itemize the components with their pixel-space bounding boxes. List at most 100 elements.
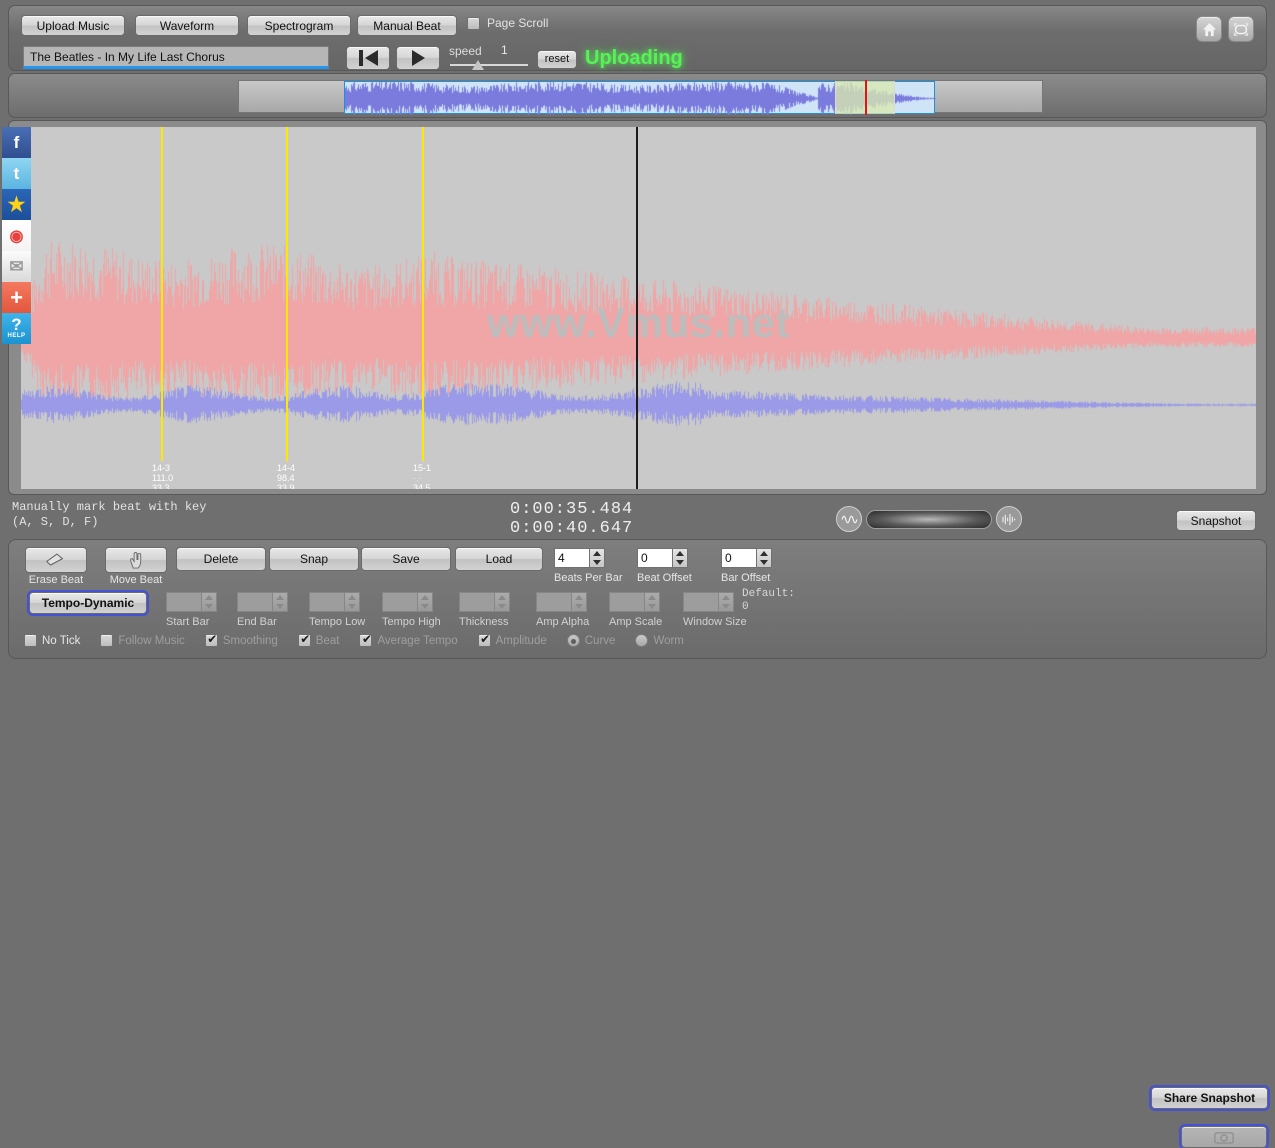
spinner-up-icon[interactable]	[676, 551, 684, 556]
beat-label-bar-beat: 14-3	[152, 463, 171, 473]
spectrogram-button[interactable]: Spectrogram	[247, 15, 351, 36]
spinner-arrows[interactable]	[590, 548, 605, 568]
spinner-beats-per-bar[interactable]	[554, 548, 605, 568]
page-scroll-checkbox-group[interactable]: Page Scroll	[467, 16, 548, 30]
rewind-bar-icon	[358, 50, 363, 66]
spinner-down-icon[interactable]	[760, 560, 768, 565]
waveform-display[interactable]: www.Vmus.net 14-3 111.0 33.3 14-4 98.4 33.9 15…	[21, 127, 1256, 489]
checkbox-box[interactable]	[24, 634, 37, 647]
waveform-canvas	[21, 127, 1256, 489]
total-time: 0:00:40.647	[510, 519, 634, 538]
share-snapshot-button[interactable]: Share Snapshot	[1149, 1085, 1270, 1111]
checkbox-average-tempo[interactable]: Average Tempo	[359, 632, 458, 647]
beat-marker-line[interactable]	[422, 127, 424, 461]
speed-slider-thumb[interactable]	[472, 60, 484, 70]
qzone-star-icon[interactable]: ★	[2, 189, 31, 220]
waveform-panel: www.Vmus.net 14-3 111.0 33.3 14-4 98.4 33.9 15…	[8, 120, 1267, 495]
save-button[interactable]: Save	[361, 547, 451, 571]
spinner-arrows	[345, 592, 360, 612]
checkbox-box[interactable]	[297, 632, 312, 647]
beat-marker-line[interactable]	[161, 127, 163, 461]
radio-curve[interactable]: Curve	[566, 634, 616, 647]
play-button[interactable]	[396, 46, 440, 70]
spinner-down-icon	[348, 604, 356, 609]
social-share-sidebar: f t ★ ◉ ✉ + ? HELP	[2, 127, 32, 344]
checkbox-label: Average Tempo	[377, 634, 458, 647]
spinner-down-icon[interactable]	[593, 560, 601, 565]
tempo-dynamic-button[interactable]: Tempo-Dynamic	[27, 590, 149, 616]
snap-button[interactable]: Snap	[269, 547, 359, 571]
spinner-input[interactable]	[554, 548, 590, 568]
spinner-label: Window Size	[683, 616, 747, 628]
upload-music-button[interactable]: Upload Music	[21, 15, 125, 36]
default-note-line-2: 0	[742, 601, 749, 613]
spinner-bar-offset[interactable]	[721, 548, 772, 568]
help-icon[interactable]: ? HELP	[2, 313, 31, 344]
facebook-icon[interactable]: f	[2, 127, 31, 158]
radio-worm[interactable]: Worm	[635, 634, 684, 647]
spinner-beat-offset[interactable]	[637, 548, 688, 568]
fullscreen-icon[interactable]	[1228, 16, 1254, 42]
speed-label: speed	[449, 44, 482, 58]
spinner-input[interactable]	[721, 548, 757, 568]
play-triangle-icon	[411, 50, 425, 66]
overview-waveform-strip[interactable]	[238, 80, 1043, 115]
radio-label: Curve	[584, 634, 616, 647]
move-beat-button[interactable]	[105, 547, 167, 573]
reset-speed-button[interactable]: reset	[537, 50, 577, 69]
email-icon[interactable]: ✉	[2, 251, 31, 282]
checkbox-box[interactable]	[100, 634, 114, 647]
move-beat-label: Move Beat	[109, 574, 163, 586]
rewind-button[interactable]	[346, 46, 390, 70]
checkbox-box[interactable]	[359, 632, 373, 647]
overview-playhead[interactable]	[865, 80, 867, 115]
page-scroll-checkbox[interactable]	[467, 16, 480, 30]
spinner-label: Tempo High	[382, 616, 441, 628]
playback-cursor-line[interactable]	[636, 127, 638, 489]
spinner-arrows[interactable]	[673, 548, 688, 568]
checkbox-follow-music[interactable]: Follow Music	[100, 634, 185, 647]
spinner-arrows	[645, 592, 660, 612]
beat-marker-line[interactable]	[286, 127, 288, 461]
spinner-up-icon[interactable]	[760, 551, 768, 556]
radio-button[interactable]	[566, 634, 580, 647]
load-button[interactable]: Load	[455, 547, 543, 571]
checkbox-amplitude[interactable]: Amplitude	[477, 632, 547, 647]
checkbox-beat[interactable]: Beat	[297, 632, 339, 647]
checkbox-smoothing[interactable]: Smoothing	[204, 632, 278, 647]
fullscreen-glyph	[1233, 22, 1249, 36]
checkbox-box[interactable]	[204, 632, 219, 647]
share-more-icon[interactable]: +	[2, 282, 31, 313]
waveform-button[interactable]: Waveform	[135, 15, 239, 36]
spinner-input[interactable]	[637, 548, 673, 568]
spinner-arrows	[202, 592, 217, 612]
snapshot-button[interactable]: Snapshot	[1176, 510, 1256, 531]
twitter-icon[interactable]: t	[2, 158, 31, 189]
spinner-down-icon[interactable]	[676, 560, 684, 565]
radio-button[interactable]	[635, 634, 649, 647]
beat-marker-label: 14-4 98.4 33.9	[277, 463, 295, 489]
speed-slider-track[interactable]	[450, 64, 528, 66]
overview-panel	[8, 73, 1267, 118]
waveform-right-icon	[996, 506, 1022, 532]
delete-button[interactable]: Delete	[176, 547, 266, 571]
spinner-up-icon	[348, 595, 356, 600]
checkbox-no-tick[interactable]: No Tick	[24, 634, 80, 647]
manual-beat-button[interactable]: Manual Beat	[357, 15, 457, 36]
volume-slider-group[interactable]	[836, 506, 1022, 532]
spinner-arrows	[495, 592, 510, 612]
help-question-glyph: ?	[11, 314, 22, 334]
checkbox-box[interactable]	[477, 632, 492, 647]
spinner-input	[237, 592, 273, 612]
track-title-input[interactable]	[23, 46, 329, 69]
spinner-label: Beat Offset	[637, 572, 692, 584]
beat-label-time: 33.9	[277, 483, 295, 489]
spinner-up-icon[interactable]	[593, 551, 601, 556]
spinner-down-icon	[722, 604, 730, 609]
home-icon[interactable]	[1196, 16, 1222, 42]
spinner-arrows[interactable]	[757, 548, 772, 568]
weibo-icon[interactable]: ◉	[2, 220, 31, 251]
erase-beat-button[interactable]	[25, 547, 87, 573]
wave-glyph-left	[840, 515, 858, 523]
volume-slider-track[interactable]	[866, 509, 992, 529]
